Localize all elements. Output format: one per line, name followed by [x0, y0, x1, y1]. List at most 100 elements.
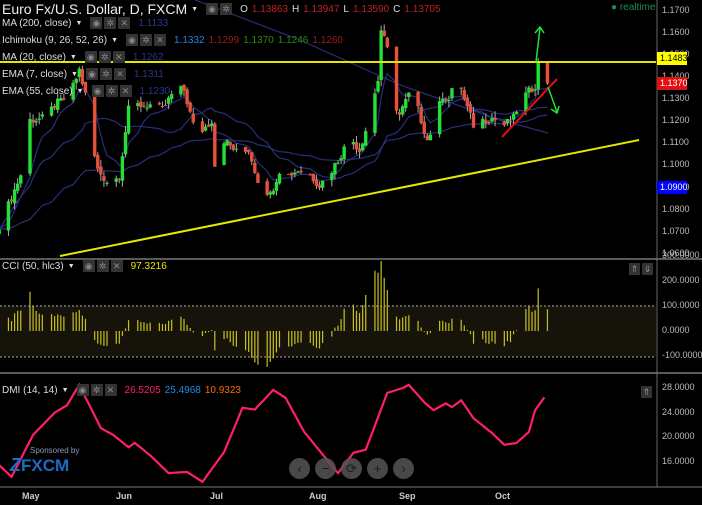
dmi-tick: 20.0000: [662, 431, 695, 442]
cci-tick: -100.0000: [662, 350, 702, 360]
gear-icon[interactable]: ✲: [90, 384, 103, 396]
candle: [31, 114, 35, 128]
gear-icon[interactable]: ✲: [105, 85, 118, 97]
gear-icon[interactable]: ✲: [104, 17, 117, 29]
candle: [123, 125, 128, 158]
price-tag: 1.1370: [657, 77, 688, 91]
cci-tick: 200.0000: [662, 275, 700, 285]
indicator-label[interactable]: Ichimoku (9, 26, 52, 26): [2, 35, 107, 46]
candle: [508, 115, 513, 127]
symbol-selector[interactable]: Euro Fx/U.S. Dollar, D, FXCM: [2, 1, 187, 17]
candle: [160, 101, 165, 109]
candle: [191, 108, 195, 125]
gear-icon[interactable]: ✲: [140, 34, 152, 46]
month-label: Aug: [309, 491, 327, 501]
candle: [545, 62, 550, 85]
ascending-trendline[interactable]: [59, 139, 640, 257]
chevron-down-icon[interactable]: ▼: [111, 37, 118, 44]
indicator-value: 1.1311: [133, 68, 164, 80]
gear-icon[interactable]: ✲: [99, 68, 112, 80]
indicator-label[interactable]: EMA (7, close): [2, 69, 67, 80]
candle: [188, 101, 192, 114]
candle: [19, 174, 23, 188]
scroll-right-button[interactable]: ›: [393, 458, 414, 479]
eye-icon[interactable]: ◉: [126, 34, 138, 46]
chevron-down-icon[interactable]: ▼: [77, 88, 84, 95]
eye-icon[interactable]: ◉: [82, 260, 95, 272]
candle: [536, 57, 540, 95]
gear-icon[interactable]: ✲: [220, 3, 233, 15]
candle: [330, 171, 334, 187]
close-icon[interactable]: ✕: [154, 34, 166, 46]
chevron-down-icon[interactable]: ▼: [70, 54, 77, 61]
close-icon[interactable]: ✕: [104, 384, 117, 396]
candle: [169, 90, 174, 103]
candle: [527, 85, 531, 99]
candle: [253, 158, 257, 174]
gear-icon[interactable]: ✲: [98, 51, 111, 63]
chevron-down-icon[interactable]: ▼: [191, 6, 198, 13]
close-icon[interactable]: ✕: [118, 17, 131, 29]
sponsor-logo[interactable]: Sponsored by Z FXCM: [10, 446, 79, 476]
candle: [400, 104, 405, 117]
price-tick: 1.1600: [662, 26, 690, 37]
eye-icon[interactable]: ◉: [90, 17, 103, 29]
eye-icon[interactable]: ◉: [85, 68, 98, 80]
close-icon[interactable]: ✕: [110, 260, 123, 272]
high-value: 1.13947: [303, 3, 340, 15]
candle: [530, 85, 534, 93]
close-icon[interactable]: ✕: [112, 51, 125, 63]
move-up-icon[interactable]: ⇑: [629, 263, 640, 275]
close-icon[interactable]: ✕: [113, 68, 126, 80]
month-label: Oct: [495, 491, 511, 501]
cci-tick: 0.0000: [662, 325, 690, 335]
candle: [234, 143, 239, 153]
reset-button[interactable]: ⟳: [341, 458, 362, 479]
candle: [382, 24, 386, 37]
fxcm-brand: FXCM: [21, 455, 70, 475]
candle: [6, 199, 11, 236]
chevron-down-icon[interactable]: ▼: [71, 71, 78, 78]
indicator-label[interactable]: MA (200, close): [2, 18, 71, 29]
candle: [271, 188, 276, 196]
close-label: C: [393, 3, 401, 15]
dmi-adx-line: [0, 382, 546, 484]
sponsor-text: Sponsored by: [30, 446, 80, 455]
candle: [145, 101, 149, 112]
indicator-legend: MA (200, close) ▼ ◉ ✲ ✕ 1.1133: [2, 17, 168, 29]
zoom-in-button[interactable]: +: [367, 458, 388, 479]
chevron-down-icon[interactable]: ▼: [75, 20, 82, 27]
candle: [92, 92, 97, 158]
dmi-label[interactable]: DMI (14, 14): [2, 385, 58, 396]
zoom-out-button[interactable]: −: [315, 458, 336, 479]
candle: [502, 120, 507, 128]
indicator-value: 1.1370: [243, 34, 274, 46]
chevron-down-icon[interactable]: ▼: [62, 387, 69, 394]
candle: [354, 135, 359, 155]
candle: [428, 130, 433, 141]
candle: [397, 108, 402, 121]
candle: [437, 96, 442, 138]
candle: [320, 180, 325, 191]
eye-icon[interactable]: ◉: [84, 51, 97, 63]
candle: [360, 142, 365, 152]
close-icon[interactable]: ✕: [119, 85, 132, 97]
chevron-down-icon[interactable]: ▼: [68, 263, 75, 270]
candle: [296, 170, 300, 174]
candle: [34, 117, 38, 127]
gear-icon[interactable]: ✲: [96, 260, 109, 272]
candle: [268, 190, 272, 199]
indicator-label[interactable]: MA (20, close): [2, 52, 66, 63]
candle: [376, 75, 380, 94]
eye-icon[interactable]: ◉: [206, 3, 219, 15]
eye-icon[interactable]: ◉: [76, 384, 89, 396]
indicator-value: 1.1262: [132, 51, 164, 63]
move-down-icon[interactable]: ⇓: [642, 263, 653, 275]
eye-icon[interactable]: ◉: [91, 85, 104, 97]
scroll-left-button[interactable]: ‹: [289, 458, 310, 479]
move-up-icon[interactable]: ⇑: [641, 386, 652, 398]
candle: [228, 140, 232, 150]
cci-label[interactable]: CCI (50, hlc3): [2, 261, 64, 272]
indicator-label[interactable]: EMA (55, close): [2, 86, 73, 97]
candle: [441, 92, 445, 106]
